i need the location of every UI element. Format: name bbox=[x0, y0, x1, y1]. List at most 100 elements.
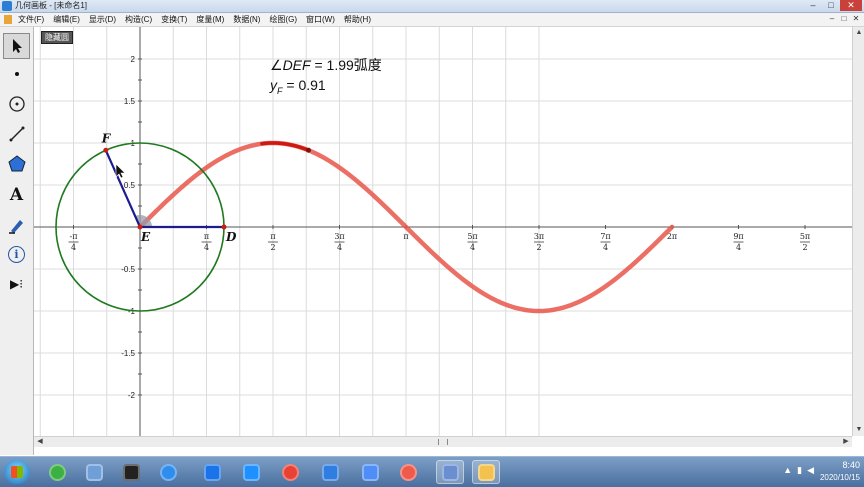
media-player-icon[interactable] bbox=[198, 460, 226, 484]
polygon-tool[interactable] bbox=[3, 151, 30, 177]
qq-penguin-icon[interactable] bbox=[117, 460, 145, 484]
x-tick-label: 7π bbox=[600, 232, 610, 241]
menu-edit[interactable]: 编辑(E) bbox=[53, 13, 80, 26]
horizontal-scrollbar[interactable]: ◀ ▶ bbox=[34, 436, 852, 447]
taskbar-icon-glyph bbox=[85, 463, 103, 481]
scroll-left-arrow[interactable]: ◀ bbox=[34, 437, 46, 447]
x-tick-label: 2 bbox=[802, 243, 807, 252]
feishu-bird-icon[interactable] bbox=[356, 460, 384, 484]
close-button[interactable]: ✕ bbox=[840, 0, 862, 11]
x-tick-label: π bbox=[204, 232, 209, 241]
vertical-scrollbar[interactable]: ▲ ▼ bbox=[852, 27, 864, 436]
x-tick-label: 5π bbox=[800, 232, 810, 241]
document-app-icon[interactable] bbox=[80, 460, 108, 484]
menu-measure[interactable]: 度量(M) bbox=[196, 13, 224, 26]
custom-tool[interactable]: ▶⁝ bbox=[3, 271, 30, 297]
screen-recorder-icon[interactable] bbox=[394, 460, 422, 484]
doc-minimize-button[interactable]: – bbox=[826, 13, 838, 25]
marker-icon bbox=[8, 220, 23, 234]
x-tick-label: 4 bbox=[204, 243, 209, 252]
angle-value: 1.99 bbox=[326, 57, 354, 73]
point-D[interactable] bbox=[221, 224, 227, 230]
x-tick-label: 2 bbox=[536, 243, 541, 252]
tray-arrow-icon[interactable]: ▲ bbox=[783, 465, 792, 476]
compass-icon bbox=[8, 96, 25, 112]
scroll-down-arrow[interactable]: ▼ bbox=[853, 424, 864, 436]
information-tool[interactable]: i bbox=[3, 241, 30, 267]
maximize-button[interactable]: □ bbox=[822, 0, 840, 11]
coordinate-plane[interactable]: 21.510.5-0.5-1-1.5-2-π4π4π23π4π 5π43π27π4… bbox=[34, 27, 852, 436]
angle-equals: = bbox=[310, 57, 327, 73]
custom-tool-icon: ▶⁝ bbox=[9, 277, 24, 291]
menu-graph[interactable]: 绘图(G) bbox=[269, 13, 297, 26]
segment-icon bbox=[9, 126, 24, 142]
y-tick-label: 1.5 bbox=[124, 97, 136, 106]
geometers-sketchpad-icon[interactable] bbox=[436, 460, 464, 484]
title-bar: 几何画板 - [未命名1] – □ ✕ bbox=[0, 0, 864, 13]
clock-time: 8:40 bbox=[842, 460, 860, 470]
menu-data[interactable]: 数据(N) bbox=[233, 13, 260, 26]
doc-restore-button[interactable]: □ bbox=[838, 13, 850, 25]
menu-display[interactable]: 显示(D) bbox=[89, 13, 116, 26]
hide-circle-button[interactable]: 隐藏圆 bbox=[41, 31, 73, 44]
clock[interactable]: 8:40 2020/10/15 bbox=[800, 459, 860, 483]
point-E[interactable] bbox=[137, 224, 143, 230]
mouse-cursor-icon bbox=[115, 163, 126, 179]
x-tick-label: 9π bbox=[733, 232, 743, 241]
label-D[interactable]: D bbox=[225, 230, 237, 244]
kugou-music-icon[interactable] bbox=[237, 460, 265, 484]
marker-tool[interactable] bbox=[3, 212, 30, 238]
menu-help[interactable]: 帮助(H) bbox=[344, 13, 371, 26]
compass-tool[interactable] bbox=[3, 91, 30, 117]
baidu-netdisk-icon[interactable] bbox=[154, 460, 182, 484]
clock-date: 2020/10/15 bbox=[819, 473, 860, 482]
menu-bar: 文件(F) 编辑(E) 显示(D) 构造(C) 变换(T) 度量(M) 数据(N… bbox=[0, 13, 864, 27]
taskbar-icon-glyph bbox=[48, 463, 66, 481]
scroll-right-arrow[interactable]: ▶ bbox=[840, 437, 852, 447]
x-tick-label: 2 bbox=[270, 243, 275, 252]
point-F[interactable] bbox=[103, 147, 109, 153]
traced-point[interactable] bbox=[305, 147, 311, 153]
info-icon: i bbox=[8, 245, 25, 263]
sketchpad-app-icon bbox=[2, 1, 12, 11]
y-measurement[interactable]: yF = 0.91 bbox=[270, 77, 326, 96]
y-equals: = bbox=[282, 77, 299, 93]
security-shield-icon[interactable] bbox=[316, 460, 344, 484]
file-explorer-icon[interactable] bbox=[472, 460, 500, 484]
label-F[interactable]: F bbox=[101, 131, 112, 145]
x-tick-label: 4 bbox=[337, 243, 342, 252]
360-browser-icon[interactable] bbox=[43, 460, 71, 484]
menu-window[interactable]: 窗口(W) bbox=[306, 13, 335, 26]
document-icon[interactable] bbox=[4, 15, 12, 24]
straightedge-tool[interactable] bbox=[3, 121, 30, 147]
taskbar: ▲ ▮ ◀ 8:40 2020/10/15 bbox=[0, 456, 864, 487]
angle-symbol: ∠ bbox=[270, 57, 283, 73]
minimize-button[interactable]: – bbox=[804, 0, 822, 11]
menu-transform[interactable]: 变换(T) bbox=[161, 13, 187, 26]
x-tick-label: 5π bbox=[467, 232, 477, 241]
arrow-select-tool[interactable] bbox=[3, 33, 30, 59]
taskbar-icon-glyph bbox=[242, 463, 260, 481]
taskbar-icon-glyph bbox=[361, 463, 379, 481]
x-tick-label: -π bbox=[70, 232, 78, 241]
toolbox: A i ▶⁝ bbox=[0, 27, 34, 455]
point-tool[interactable] bbox=[3, 61, 30, 87]
label-E[interactable]: E bbox=[140, 230, 151, 244]
angle-measurement[interactable]: ∠DEF = 1.99弧度 bbox=[270, 55, 382, 75]
x-tick-label: 4 bbox=[470, 243, 475, 252]
scroll-up-arrow[interactable]: ▲ bbox=[853, 27, 864, 39]
start-button[interactable] bbox=[4, 460, 30, 484]
y-var: y bbox=[270, 77, 277, 93]
sketch-canvas[interactable]: 2 1.5 1 0.5 -0.5 -1 -1.5 -2 -π 4 π 4 π 2 3π 4 π 5π 4 3π 2 7π 4… bbox=[34, 27, 852, 436]
chrome-icon[interactable] bbox=[276, 460, 304, 484]
window-title: 几何画板 - [未命名1] bbox=[15, 1, 88, 10]
window-controls: – □ ✕ bbox=[804, 0, 862, 12]
x-tick-label: 4 bbox=[71, 243, 76, 252]
scroll-thumb[interactable] bbox=[438, 439, 448, 445]
doc-close-button[interactable]: ✕ bbox=[850, 13, 862, 25]
taskbar-icon-glyph bbox=[477, 463, 495, 481]
document-controls: – □ ✕ bbox=[826, 13, 862, 25]
menu-construct[interactable]: 构造(C) bbox=[125, 13, 152, 26]
menu-file[interactable]: 文件(F) bbox=[18, 13, 44, 26]
text-tool[interactable]: A bbox=[3, 182, 30, 208]
